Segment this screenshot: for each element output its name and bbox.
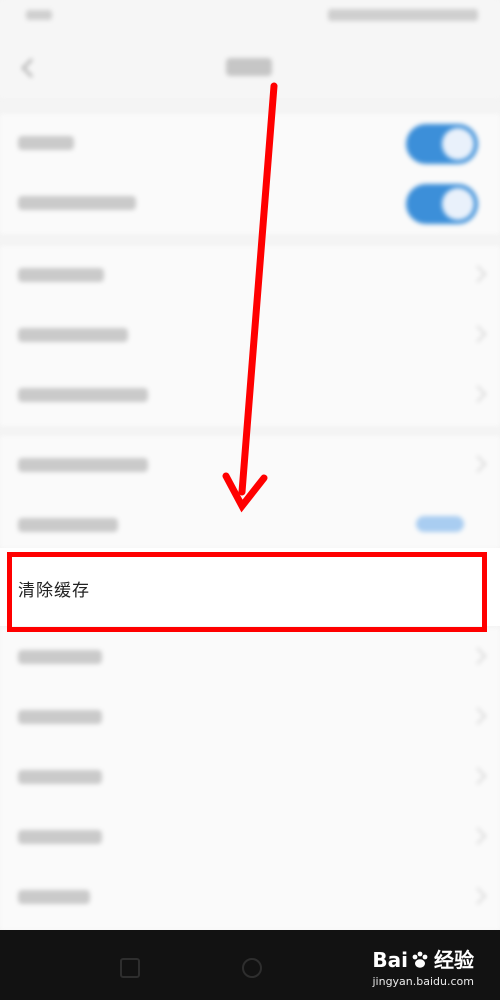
row-label [18,830,102,844]
settings-row-3[interactable] [0,366,500,426]
settings-row-2[interactable] [0,306,500,366]
status-bar [0,0,500,38]
settings-row-4[interactable] [0,436,500,496]
back-button[interactable] [14,52,44,82]
toggle-knob [442,188,474,220]
row-label [18,650,102,664]
settings-row-9[interactable] [0,808,500,868]
chevron-right-icon [469,325,487,343]
chevron-right-icon [469,647,487,665]
settings-row-10[interactable] [0,868,500,928]
settings-row-1[interactable] [0,246,500,306]
watermark-brand-left: Bai [372,948,408,972]
row-label [18,518,118,532]
paw-icon [412,951,428,968]
section-links-2 [0,436,500,548]
section-links-3 [0,628,500,930]
row-label [18,136,74,150]
row-label [18,196,136,210]
chevron-right-icon [469,827,487,845]
watermark-brand-right: 经验 [434,948,474,972]
settings-row-6[interactable] [0,628,500,688]
status-badge [416,516,464,532]
settings-row-toggle-2[interactable] [0,174,500,234]
chevron-right-icon [469,455,487,473]
row-label [18,458,148,472]
settings-row-5[interactable] [0,496,500,556]
nav-recents-button[interactable] [120,958,140,978]
row-label [18,388,148,402]
chevron-right-icon [469,887,487,905]
chevron-right-icon [469,767,487,785]
toggle-knob [442,128,474,160]
toggle-switch-2[interactable] [406,184,478,224]
header [0,38,500,98]
settings-row-7[interactable] [0,688,500,748]
row-label [18,890,90,904]
settings-row-8[interactable] [0,748,500,808]
highlight-box [7,552,487,632]
row-label [18,268,104,282]
toggle-switch-1[interactable] [406,124,478,164]
page-title [226,58,272,76]
watermark-site: jingyan.baidu.com [372,975,474,988]
row-label [18,770,102,784]
status-time [26,10,52,20]
nav-home-button[interactable] [242,958,262,978]
chevron-right-icon [469,707,487,725]
baidu-jingyan-watermark: Bai 经验 jingyan.baidu.com [372,944,474,988]
section-links-1 [0,246,500,426]
chevron-right-icon [469,385,487,403]
row-label [18,328,128,342]
chevron-right-icon [469,265,487,283]
status-icons [328,9,478,21]
row-label [18,710,102,724]
section-toggles [0,114,500,234]
settings-row-toggle-1[interactable] [0,114,500,174]
